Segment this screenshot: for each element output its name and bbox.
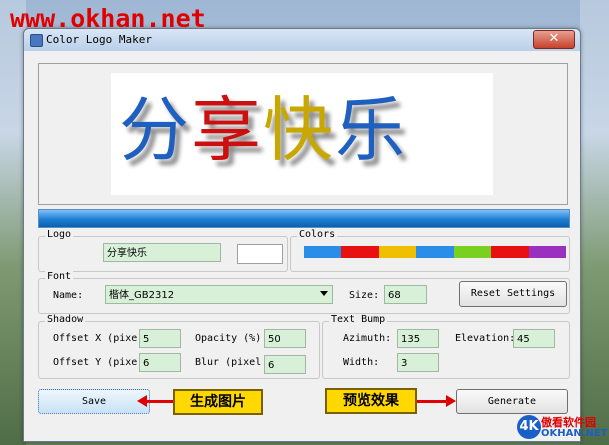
elevation-label: Elevation: (455, 333, 516, 344)
offset-x-input[interactable]: 5 (139, 329, 181, 348)
font-size-label: Size: (349, 290, 380, 301)
offset-y-label: Offset Y (pixe (53, 357, 138, 368)
offset-x-label: Offset X (pixe (53, 333, 138, 344)
blur-input[interactable]: 6 (264, 355, 306, 374)
generate-annotation-arrow-head (446, 395, 456, 407)
chevron-down-icon[interactable] (320, 291, 328, 296)
shadow-group: Shadow Offset X (pixe 5 Opacity (%) 50 O… (38, 314, 320, 379)
reset-settings-button[interactable]: Reset Settings (459, 281, 567, 307)
logo-char-3: 快 (263, 89, 335, 171)
okhan-corner-logo: 4K 傲看软件园 OKHAN.NET (517, 413, 608, 443)
logo-text-input[interactable]: 分享快乐 (103, 243, 221, 262)
progress-bar (38, 209, 570, 228)
color-swatch[interactable] (341, 246, 380, 258)
opacity-label: Opacity (%) (195, 333, 262, 344)
generate-button[interactable]: Generate (456, 389, 568, 414)
colors-group-label: Colors (297, 229, 338, 240)
offset-y-input[interactable]: 6 (139, 353, 181, 372)
font-size-input[interactable]: 68 (384, 285, 427, 304)
logo-preview-text: 分享快乐 (119, 85, 407, 175)
font-group-label: Font (45, 271, 74, 282)
logo-preview-frame: 分享快乐 (38, 63, 568, 205)
azimuth-input[interactable]: 135 (397, 329, 439, 348)
okhan-logo-icon: 4K (517, 415, 541, 439)
logo-char-2: 享 (191, 89, 263, 171)
save-button[interactable]: Save (38, 389, 150, 414)
bump-width-input[interactable]: 3 (397, 353, 439, 372)
logo-char-1: 分 (119, 89, 191, 171)
close-button[interactable]: ✕ (533, 30, 575, 49)
shadow-group-label: Shadow (45, 314, 86, 325)
desktop-background-right (580, 0, 609, 445)
width-label: Width: (343, 357, 380, 368)
logo-preview-canvas: 分享快乐 (111, 73, 493, 195)
blur-label: Blur (pixel (195, 357, 262, 368)
save-annotation-arrow (146, 400, 174, 403)
color-swatch[interactable] (491, 246, 530, 258)
elevation-input[interactable]: 45 (513, 329, 555, 348)
color-swatch[interactable] (378, 246, 417, 258)
color-swatch[interactable] (416, 246, 455, 258)
azimuth-label: Azimuth: (343, 333, 392, 344)
color-swatch[interactable] (528, 246, 567, 258)
text-bump-group: Text Bump Azimuth: 135 Elevation: 45 Wid… (322, 314, 570, 379)
font-name-value: 楷体_GB2312 (109, 290, 175, 301)
save-annotation-callout: 生成图片 (173, 389, 263, 415)
text-bump-group-label: Text Bump (329, 314, 388, 325)
logo-char-4: 乐 (335, 89, 407, 171)
site-watermark: www.okhan.net (10, 4, 206, 33)
font-name-select[interactable]: 楷体_GB2312 (105, 285, 333, 304)
color-swatch[interactable] (453, 246, 492, 258)
generate-annotation-callout: 预览效果 (325, 388, 417, 414)
app-icon (30, 34, 43, 47)
font-group: Font Name: 楷体_GB2312 Size: 68 Reset Sett… (38, 271, 570, 314)
color-swatch[interactable] (304, 246, 342, 258)
logo-group: Logo 分享快乐 (38, 229, 288, 272)
background-color-box[interactable] (237, 244, 283, 264)
okhan-logo-name-en: OKHAN.NET (541, 428, 608, 439)
logo-group-label: Logo (45, 229, 74, 240)
opacity-input[interactable]: 50 (264, 329, 306, 348)
font-name-label: Name: (53, 290, 84, 301)
color-swatch-bar (304, 246, 567, 258)
window-title: Color Logo Maker (46, 33, 152, 46)
generate-annotation-arrow (417, 400, 447, 403)
colors-group: Colors (290, 229, 570, 272)
color-logo-maker-window: Color Logo Maker ✕ 分享快乐 Logo 分享快乐 Colors… (23, 28, 581, 442)
